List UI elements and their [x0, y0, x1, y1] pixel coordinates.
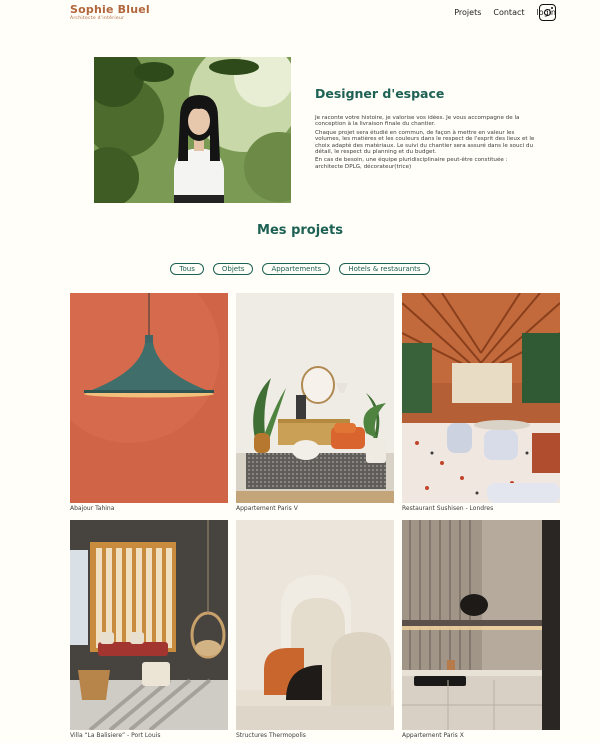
site-header: Sophie Bluel Architecte d'intérieur Proj… [0, 0, 600, 30]
project-image[interactable] [402, 520, 560, 730]
filter-objets[interactable]: Objets [212, 263, 254, 275]
intro-paragraph: Je raconte votre histoire, je valorise v… [315, 115, 520, 128]
brand-logo[interactable]: Sophie Bluel Architecte d'intérieur [70, 4, 150, 21]
instagram-icon[interactable] [539, 4, 556, 21]
project-card[interactable]: Appartement Paris X [402, 520, 560, 739]
filter-hotels-restaurants[interactable]: Hotels & restaurants [339, 263, 430, 275]
project-image[interactable] [70, 520, 228, 730]
intro-paragraph: En cas de besoin, une équipe pluridiscip… [315, 157, 508, 170]
brand-name: Sophie Bluel [70, 3, 150, 16]
intro-section: Designer d'espace Je raconte votre histo… [315, 86, 535, 172]
project-card[interactable]: Villa “La Balisiere” - Port Louis [70, 520, 228, 739]
filter-bar: Tous Objets Appartements Hotels & restau… [0, 263, 600, 275]
project-image[interactable] [236, 293, 394, 503]
filter-appartements[interactable]: Appartements [262, 263, 331, 275]
project-card[interactable]: Appartement Paris V [236, 293, 394, 512]
project-card[interactable]: Abajour Tahina [70, 293, 228, 512]
intro-title: Designer d'espace [315, 86, 445, 101]
nav-projets[interactable]: Projets [454, 8, 481, 17]
project-card[interactable]: Restaurant Sushisen - Londres [402, 293, 560, 512]
project-caption: Abajour Tahina [70, 505, 115, 512]
project-caption: Appartement Paris X [402, 732, 464, 739]
project-caption: Villa “La Balisiere” - Port Louis [70, 732, 161, 739]
project-image[interactable] [402, 293, 560, 503]
project-caption: Appartement Paris V [236, 505, 298, 512]
project-card[interactable]: Structures Thermopolis [236, 520, 394, 739]
brand-subtitle: Architecte d'intérieur [70, 16, 125, 21]
nav-contact[interactable]: Contact [493, 8, 524, 17]
filter-tous[interactable]: Tous [170, 263, 204, 275]
project-image[interactable] [70, 293, 228, 503]
project-caption: Structures Thermopolis [236, 732, 306, 739]
project-image[interactable] [236, 520, 394, 730]
projects-title: Mes projets [257, 223, 343, 238]
intro-paragraph: Chaque projet sera étudié en commun, de … [315, 129, 535, 156]
portrait-photo [94, 57, 291, 203]
project-caption: Restaurant Sushisen - Londres [402, 505, 494, 512]
